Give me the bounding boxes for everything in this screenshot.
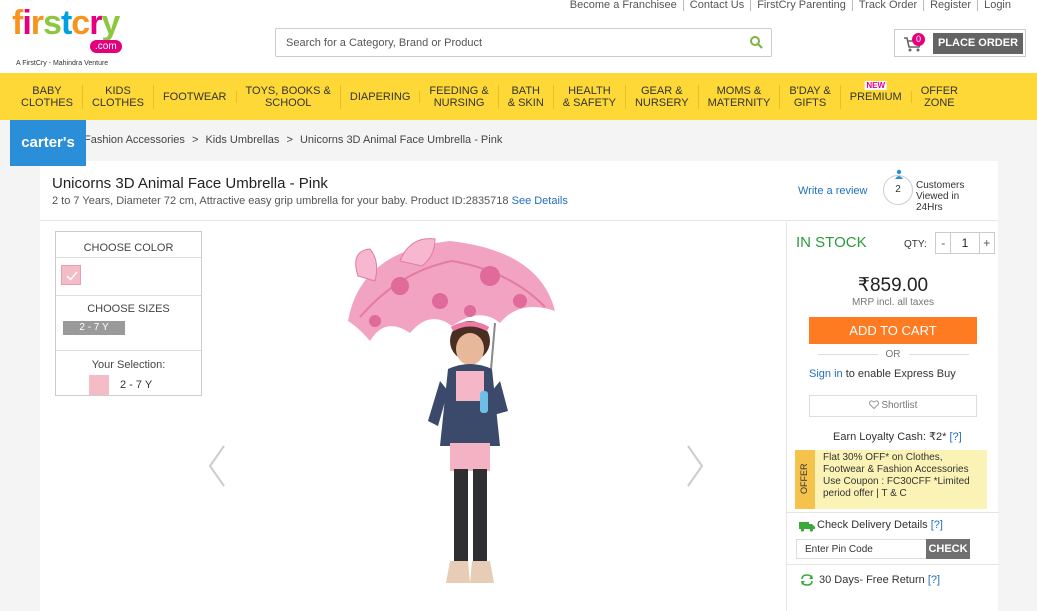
selected-size-text: 2 - 7 Y xyxy=(120,379,153,391)
color-section: CHOOSE COLOR xyxy=(56,232,201,296)
cart-area: 0 PLACE ORDER xyxy=(894,29,1026,57)
search-input[interactable] xyxy=(276,29,726,56)
link-parenting[interactable]: FirstCry Parenting xyxy=(750,0,852,11)
nav-feeding-nursing[interactable]: FEEDING & NURSING xyxy=(420,84,499,109)
link-login[interactable]: Login xyxy=(977,0,1017,11)
product-title: Unicorns 3D Animal Face Umbrella - Pink xyxy=(52,175,328,192)
nav-bath-skin[interactable]: BATH & SKIN xyxy=(499,84,554,109)
mrp-note: MRP incl. all taxes xyxy=(851,297,935,308)
see-details-link[interactable]: See Details xyxy=(512,195,568,207)
link-register[interactable]: Register xyxy=(923,0,977,11)
brand-badge-carters[interactable]: carter's xyxy=(10,120,86,166)
delivery-label: Check Delivery Details [?] xyxy=(817,519,943,531)
site-header: firstcry .com A FirstCry - Mahindra Vent… xyxy=(0,0,1037,73)
offer-tag: OFFER xyxy=(795,450,815,509)
buy-panel: IN STOCK QTY: - 1 + ₹859.00 MRP incl. al… xyxy=(786,222,999,611)
nav-kids-clothes[interactable]: KIDS CLOTHES xyxy=(83,84,154,109)
heart-icon xyxy=(868,400,879,410)
cart-count-badge: 0 xyxy=(912,33,925,46)
qty-value[interactable]: 1 xyxy=(951,233,978,253)
prev-image-arrow-icon[interactable] xyxy=(206,444,228,488)
nav-premium[interactable]: NEW PREMIUM xyxy=(841,80,912,103)
breadcrumb-separator: > xyxy=(286,134,293,146)
stock-status: IN STOCK xyxy=(796,234,867,251)
next-image-arrow-icon[interactable] xyxy=(684,444,706,488)
link-contact-us[interactable]: Contact Us xyxy=(682,0,750,11)
write-review-link[interactable]: Write a review xyxy=(798,185,867,197)
return-icon xyxy=(801,574,813,586)
size-option[interactable]: 2 - 7 Y xyxy=(63,321,125,335)
product-image[interactable] xyxy=(340,231,565,611)
qty-minus-button[interactable]: - xyxy=(936,233,952,253)
check-pincode-button[interactable]: CHECK xyxy=(926,539,970,559)
loyalty-help-link[interactable]: [?] xyxy=(949,431,961,443)
divider xyxy=(787,512,999,513)
top-links: Become a Franchisee Contact Us FirstCry … xyxy=(564,0,1017,11)
add-to-cart-button[interactable]: ADD TO CART xyxy=(809,317,977,344)
pincode-input[interactable] xyxy=(796,539,926,559)
nav-baby-clothes[interactable]: BABY CLOTHES xyxy=(12,84,83,109)
quantity-stepper: - 1 + xyxy=(935,232,995,254)
product-main: Unicorns 3D Animal Face Umbrella - Pink … xyxy=(40,161,999,611)
or-divider: OR xyxy=(787,349,999,360)
nav-bday-gifts[interactable]: B'DAY & GIFTS xyxy=(780,84,841,109)
express-buy-signin: Sign in to enable Express Buy xyxy=(809,368,956,380)
your-selection-label: Your Selection: xyxy=(91,359,166,371)
shortlist-label: Shortlist xyxy=(881,400,918,411)
qty-plus-button[interactable]: + xyxy=(978,233,994,253)
nav-offer-zone[interactable]: OFFER ZONE xyxy=(912,85,967,109)
link-track-order[interactable]: Track Order xyxy=(851,0,923,11)
firstcry-logo[interactable]: firstcry .com A FirstCry - Mahindra Vent… xyxy=(12,4,142,68)
product-title-bar: Unicorns 3D Animal Face Umbrella - Pink … xyxy=(40,161,998,221)
offer-text: Flat 30% OFF* on Clothes, Footwear & Fas… xyxy=(823,452,970,499)
logo-tagline: A FirstCry - Mahindra Venture xyxy=(16,60,109,67)
nav-footwear[interactable]: FOOTWEAR xyxy=(154,90,237,103)
nav-gear-nursery[interactable]: GEAR & NURSERY xyxy=(626,84,699,109)
delivery-help-link[interactable]: [?] xyxy=(931,519,943,531)
choose-color-label: CHOOSE COLOR xyxy=(56,238,201,258)
nav-diapering[interactable]: DIAPERING xyxy=(341,90,421,103)
loyalty-cash: Earn Loyalty Cash: ₹2* [?] xyxy=(833,431,962,443)
color-swatch-pink[interactable] xyxy=(61,265,81,285)
nav-toys-books-school[interactable]: TOYS, BOOKS & SCHOOL xyxy=(237,84,341,109)
qty-label: QTY: xyxy=(904,239,927,250)
category-nav: BABY CLOTHES KIDS CLOTHES FOOTWEAR TOYS, B… xyxy=(0,73,1037,120)
search-icon[interactable] xyxy=(749,35,763,49)
offer-box: OFFER Flat 30% OFF* on Clothes, Footwear… xyxy=(795,450,987,509)
free-return-label: 30 Days- Free Return [?] xyxy=(819,574,941,586)
breadcrumb: Fashion Accessories > Kids Umbrellas > U… xyxy=(84,134,506,146)
selected-color-swatch xyxy=(89,375,109,395)
product-description: 2 to 7 Years, Diameter 72 cm, Attractive… xyxy=(52,195,568,207)
viewers-count: 2 xyxy=(883,175,913,205)
logo-word: firstcry xyxy=(12,4,120,42)
nav-health-safety[interactable]: HEALTH & SAFETY xyxy=(554,84,626,109)
return-help-link[interactable]: [?] xyxy=(928,574,940,586)
options-panel: CHOOSE COLOR CHOOSE SIZES 2 - 7 Y Your S… xyxy=(55,231,202,396)
breadcrumb-kids-umbrellas[interactable]: Kids Umbrellas xyxy=(205,134,279,146)
divider xyxy=(787,564,999,565)
breadcrumb-separator: > xyxy=(191,134,199,146)
breadcrumb-current: Unicorns 3D Animal Face Umbrella - Pink xyxy=(299,134,503,146)
new-badge: NEW xyxy=(864,80,888,90)
place-order-button[interactable]: PLACE ORDER xyxy=(933,33,1023,54)
breadcrumb-fashion-accessories[interactable]: Fashion Accessories xyxy=(84,134,185,146)
truck-icon xyxy=(799,522,815,532)
check-icon xyxy=(66,271,78,281)
logo-com: .com xyxy=(90,40,122,53)
size-section: CHOOSE SIZES 2 - 7 Y xyxy=(56,296,201,351)
choose-sizes-label: CHOOSE SIZES xyxy=(87,303,170,315)
nav-moms-maternity[interactable]: MOMS & MATERNITY xyxy=(699,84,781,109)
shortlist-button[interactable]: Shortlist xyxy=(809,395,977,417)
signin-link[interactable]: Sign in xyxy=(809,368,843,380)
link-franchisee[interactable]: Become a Franchisee xyxy=(564,0,683,11)
product-price: ₹859.00 xyxy=(857,275,929,296)
viewers-text: Customers Viewed in 24Hrs xyxy=(916,180,965,213)
search-box xyxy=(275,28,772,57)
